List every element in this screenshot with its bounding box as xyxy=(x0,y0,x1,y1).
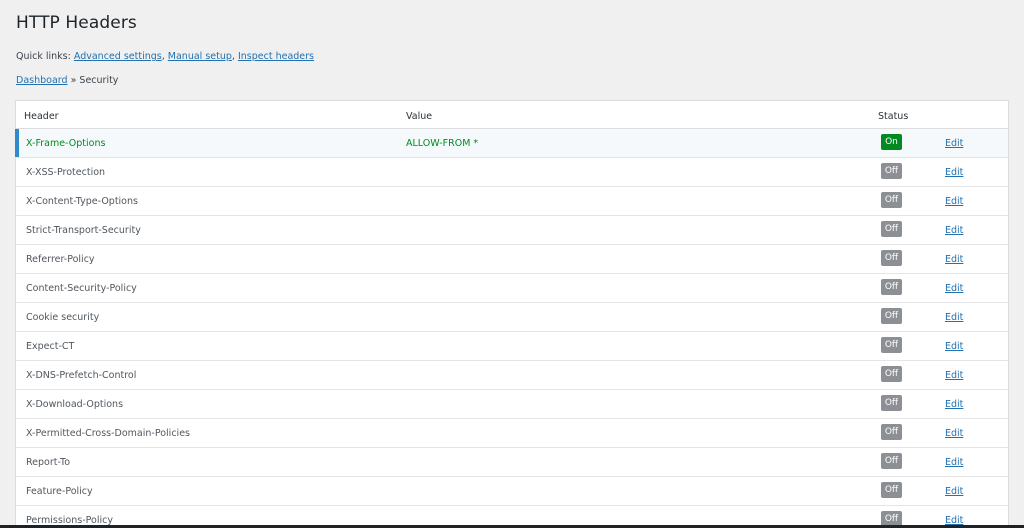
edit-link[interactable]: Edit xyxy=(945,428,963,439)
table-row[interactable]: Report-To Off Edit xyxy=(16,448,1008,477)
status-badge[interactable]: Off xyxy=(881,279,902,295)
breadcrumb-separator: » xyxy=(70,75,77,86)
status-badge[interactable]: Off xyxy=(881,453,902,469)
quick-links: Quick links: Advanced settings, Manual s… xyxy=(16,51,315,62)
status-badge[interactable]: Off xyxy=(881,308,902,324)
header-value: ALLOW-FROM * xyxy=(406,138,479,149)
breadcrumb-current: Security xyxy=(79,75,119,86)
edit-link[interactable]: Edit xyxy=(945,399,963,410)
status-badge[interactable]: Off xyxy=(881,250,902,266)
headers-table: Header Value Status X-Frame-Options ALLOW… xyxy=(15,100,1009,528)
column-header-value: Value xyxy=(406,111,433,122)
edit-link[interactable]: Edit xyxy=(945,283,963,294)
quick-link-inspect-headers[interactable]: Inspect headers xyxy=(238,51,314,62)
table-row[interactable]: X-Permitted-Cross-Domain-Policies Off Edit xyxy=(16,419,1008,448)
column-header-header: Header xyxy=(24,111,59,122)
status-badge[interactable]: Off xyxy=(881,163,902,179)
table-row[interactable]: X-XSS-Protection Off Edit xyxy=(16,158,1008,187)
table-row[interactable]: Content-Security-Policy Off Edit xyxy=(16,274,1008,303)
edit-link[interactable]: Edit xyxy=(945,370,963,381)
header-name: Report-To xyxy=(26,457,71,468)
table-row[interactable]: X-Frame-Options ALLOW-FROM * On Edit xyxy=(15,129,1008,158)
column-header-status: Status xyxy=(878,111,909,122)
breadcrumb: Dashboard » Security xyxy=(16,75,118,86)
edit-link[interactable]: Edit xyxy=(945,167,963,178)
quick-link-manual-setup[interactable]: Manual setup xyxy=(168,51,232,62)
table-row[interactable]: X-Download-Options Off Edit xyxy=(16,390,1008,419)
status-badge[interactable]: Off xyxy=(881,221,902,237)
header-name: X-Download-Options xyxy=(26,399,124,410)
quick-links-label: Quick links: xyxy=(16,51,71,62)
table-row[interactable]: Cookie security Off Edit xyxy=(16,303,1008,332)
quick-link-advanced-settings[interactable]: Advanced settings xyxy=(74,51,162,62)
header-name: X-DNS-Prefetch-Control xyxy=(26,370,137,381)
header-name: Expect-CT xyxy=(26,341,75,352)
status-badge[interactable]: Off xyxy=(881,424,902,440)
table-header-row: Header Value Status xyxy=(16,101,1008,129)
page-title: HTTP Headers xyxy=(16,13,137,33)
header-name: Feature-Policy xyxy=(26,486,93,497)
page: HTTP Headers Quick links: Advanced setti… xyxy=(0,0,1024,528)
table-row[interactable]: X-Content-Type-Options Off Edit xyxy=(16,187,1008,216)
header-name: Content-Security-Policy xyxy=(26,283,137,294)
breadcrumb-dashboard[interactable]: Dashboard xyxy=(16,75,68,86)
table-row[interactable]: Feature-Policy Off Edit xyxy=(16,477,1008,506)
table-row[interactable]: Strict-Transport-Security Off Edit xyxy=(16,216,1008,245)
edit-link[interactable]: Edit xyxy=(945,486,963,497)
header-name: X-Frame-Options xyxy=(26,138,106,149)
header-name: X-XSS-Protection xyxy=(26,167,106,178)
table-body: X-Frame-Options ALLOW-FROM * On Edit X-XSS-P… xyxy=(15,129,1008,528)
edit-link[interactable]: Edit xyxy=(945,457,963,468)
header-name: Strict-Transport-Security xyxy=(26,225,141,236)
edit-link[interactable]: Edit xyxy=(945,196,963,207)
table-row[interactable]: Referrer-Policy Off Edit xyxy=(16,245,1008,274)
edit-link[interactable]: Edit xyxy=(945,225,963,236)
table-row[interactable]: Expect-CT Off Edit xyxy=(16,332,1008,361)
edit-link[interactable]: Edit xyxy=(945,254,963,265)
status-badge[interactable]: Off xyxy=(881,192,902,208)
header-name: X-Content-Type-Options xyxy=(26,196,138,207)
edit-link[interactable]: Edit xyxy=(945,341,963,352)
edit-link[interactable]: Edit xyxy=(945,312,963,323)
table-row[interactable]: X-DNS-Prefetch-Control Off Edit xyxy=(16,361,1008,390)
status-badge[interactable]: Off xyxy=(881,395,902,411)
status-badge[interactable]: Off xyxy=(881,482,902,498)
edit-link[interactable]: Edit xyxy=(945,138,963,149)
header-name: Referrer-Policy xyxy=(26,254,95,265)
header-name: X-Permitted-Cross-Domain-Policies xyxy=(26,428,190,439)
status-badge[interactable]: On xyxy=(881,134,902,150)
status-badge[interactable]: Off xyxy=(881,366,902,382)
header-name: Cookie security xyxy=(26,312,100,323)
status-badge[interactable]: Off xyxy=(881,337,902,353)
